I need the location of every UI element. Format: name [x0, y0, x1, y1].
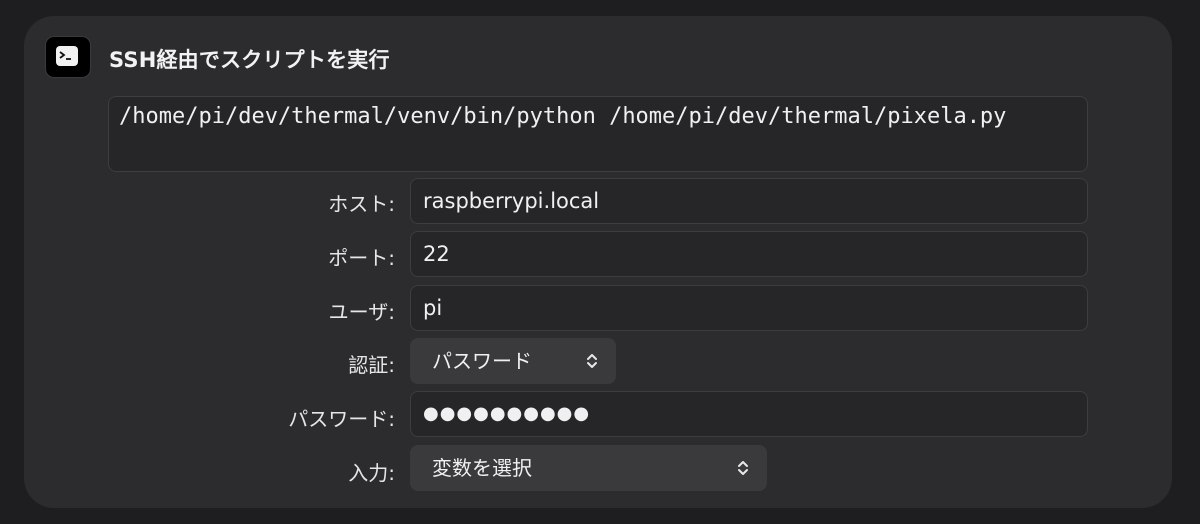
- auth-label: 認証:: [348, 353, 395, 377]
- chevron-up-down-icon: [587, 354, 597, 368]
- script-text-field[interactable]: /home/pi/dev/thermal/venv/bin/python /ho…: [108, 96, 1088, 172]
- terminal-icon: [45, 36, 91, 78]
- host-field[interactable]: raspberrypi.local: [410, 178, 1088, 224]
- port-label: ポート:: [328, 246, 395, 270]
- user-label: ユーザ:: [328, 300, 395, 324]
- chevron-up-down-icon: [738, 461, 748, 475]
- password-label: パスワード:: [288, 407, 395, 431]
- input-variable-popup-button[interactable]: 変数を選択: [410, 445, 767, 491]
- auth-popup-value: パスワード: [432, 349, 532, 373]
- input-popup-value: 変数を選択: [432, 456, 532, 480]
- input-label: 入力:: [348, 461, 395, 485]
- auth-popup-button[interactable]: パスワード: [410, 338, 616, 384]
- password-field[interactable]: ●●●●●●●●●●: [410, 391, 1088, 437]
- user-field[interactable]: pi: [410, 285, 1088, 331]
- port-field[interactable]: 22: [410, 231, 1088, 277]
- host-label: ホスト:: [328, 192, 395, 216]
- action-title: SSH経由でスクリプトを実行: [109, 48, 390, 72]
